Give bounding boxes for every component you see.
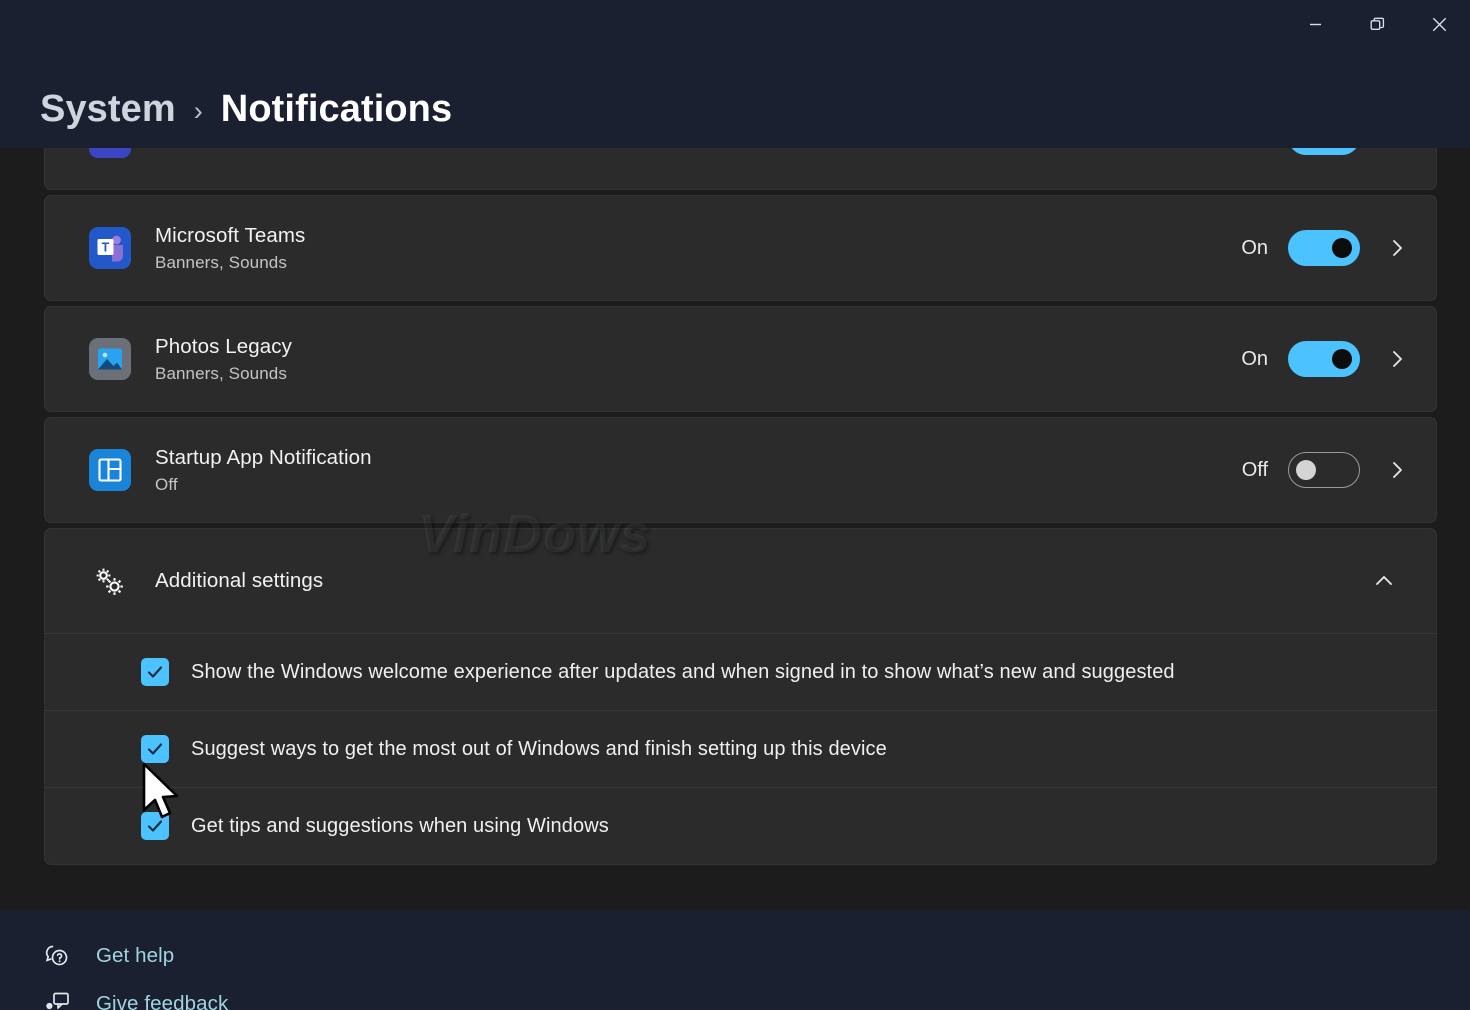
minimize-icon [1309,23,1321,25]
breadcrumb-chevron-icon: › [193,95,203,126]
notification-toggle[interactable] [1288,452,1360,488]
close-button[interactable] [1408,0,1470,48]
additional-settings-label: Additional settings [155,569,324,592]
teams-icon: T [89,227,131,269]
app-notification-modes: Banners, Sounds [155,252,287,272]
app-notification-modes: Off [155,474,178,494]
toggle-state-label: Off [1241,458,1268,481]
setting-checkbox[interactable] [141,812,169,840]
setting-checkbox-row[interactable]: Suggest ways to get the most out of Wind… [45,710,1436,787]
feedback-icon [40,989,74,1010]
additional-settings-options: Show the Windows welcome experience afte… [45,633,1436,864]
app-notification-row[interactable]: Photos Legacy Banners, Sounds On [45,307,1436,411]
app-notification-card: Startup App Notification Off Off [44,417,1437,523]
additional-settings-header[interactable]: Additional settings [45,529,1436,633]
page-title: Notifications [220,87,453,130]
toggle-state-label: On [1241,236,1268,259]
toggle-knob [1332,238,1352,258]
footer-links: Get help Give feedback [0,910,1470,1010]
settings-window: System › Notifications Banners, SoundsOn… [0,0,1470,1010]
setting-checkbox[interactable] [141,658,169,686]
chevron-right-icon[interactable] [1386,459,1408,481]
app-text-group: Photos Legacy Banners, Sounds [155,334,1241,384]
chevron-right-icon[interactable] [1386,237,1408,259]
setting-checkbox-label: Get tips and suggestions when using Wind… [191,814,609,837]
setting-checkbox-row[interactable]: Show the Windows welcome experience afte… [45,633,1436,710]
check-icon [147,820,163,832]
give-feedback-label: Give feedback [96,992,229,1010]
app-notification-row[interactable]: Banners, SoundsOn [45,148,1436,189]
gears-icon [89,563,129,599]
get-help-link[interactable]: Get help [40,932,174,980]
notification-toggle[interactable] [1288,341,1360,377]
app-text-group: Microsoft Teams Banners, Sounds [155,223,1241,273]
additional-settings-section: Additional settings Show the Windows wel… [44,528,1437,865]
app-notification-modes: Banners, Sounds [155,148,1241,149]
restore-icon [1370,17,1384,30]
get-help-label: Get help [96,944,175,967]
app-notification-card: T Microsoft Teams Banners, Sounds On [44,195,1437,301]
check-icon [147,666,163,678]
app-notification-row[interactable]: Startup App Notification Off Off [45,418,1436,522]
app-notification-card: Banners, SoundsOn [44,148,1437,190]
restore-button[interactable] [1346,0,1408,48]
breadcrumb-system-link[interactable]: System [40,88,176,131]
minimize-button[interactable] [1284,0,1346,48]
app-notification-modes: Banners, Sounds [155,363,287,383]
chevron-up-icon[interactable] [1372,569,1396,593]
app-name: Startup App Notification [155,446,372,470]
settings-content-area: Banners, SoundsOnTMicrosoft TeamsBanners… [0,148,1470,910]
setting-checkbox-row[interactable]: Get tips and suggestions when using Wind… [45,787,1436,864]
close-icon [1432,17,1446,31]
check-icon [147,743,163,755]
outlook-icon [89,148,131,158]
title-bar [0,0,1470,48]
give-feedback-link[interactable]: Give feedback [40,980,228,1010]
setting-checkbox-label: Suggest ways to get the most out of Wind… [191,737,887,760]
app-text-group: Banners, Sounds [155,148,1241,149]
setting-checkbox-label: Show the Windows welcome experience afte… [191,660,1175,683]
toggle-knob [1332,349,1352,369]
notification-toggle[interactable] [1288,230,1360,266]
setting-checkbox[interactable] [141,735,169,763]
toggle-state-label: On [1241,347,1268,370]
toggle-knob [1296,460,1316,480]
photos-icon [89,338,131,380]
svg-text:T: T [102,240,110,254]
notification-toggle[interactable] [1288,148,1360,155]
startup-app-icon [89,449,131,491]
help-icon [40,941,74,971]
app-notification-list: Banners, SoundsOnTMicrosoft TeamsBanners… [44,148,1437,523]
app-notification-row[interactable]: T Microsoft Teams Banners, Sounds On [45,196,1436,300]
app-name: Photos Legacy [155,335,292,359]
app-name: Microsoft Teams [155,224,306,248]
chevron-right-icon[interactable] [1386,348,1408,370]
toggle-state-label: On [1241,148,1268,149]
breadcrumb: System › Notifications [0,70,1470,148]
app-text-group: Startup App Notification Off [155,445,1242,495]
app-notification-card: Photos Legacy Banners, Sounds On [44,306,1437,412]
